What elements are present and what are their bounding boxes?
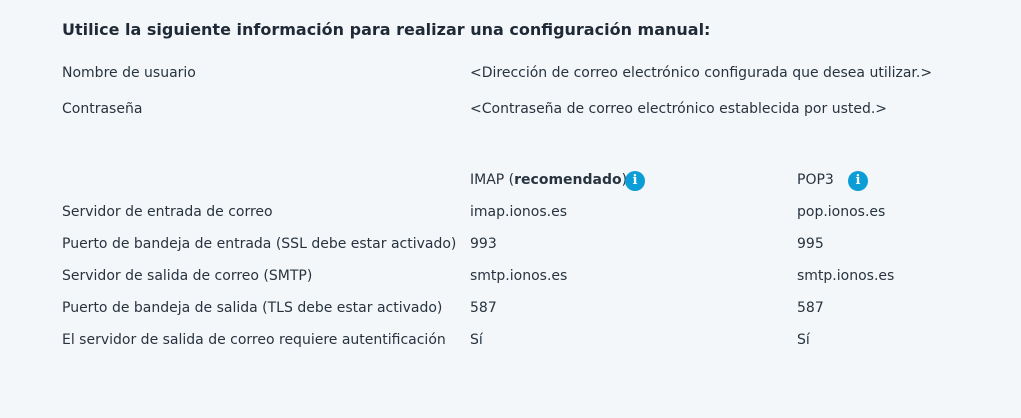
credential-value-username: <Dirección de correo electrónico configu…	[470, 65, 933, 81]
setting-imap-incoming-port: 993	[470, 236, 497, 252]
credential-value-password: <Contraseña de correo electrónico establ…	[470, 101, 888, 117]
pop3-column-header: POP3	[797, 172, 834, 188]
pop3-info-icon[interactable]: i	[848, 171, 868, 191]
setting-pop3-incoming-server: pop.ionos.es	[797, 204, 886, 220]
credential-label-password: Contraseña	[62, 101, 143, 117]
setting-label-incoming-server: Servidor de entrada de correo	[62, 204, 273, 220]
setting-label-outgoing-port: Puerto de bandeja de salida (TLS debe es…	[62, 300, 443, 316]
setting-pop3-incoming-port: 995	[797, 236, 824, 252]
imap-column-header: IMAP (recomendado)	[470, 171, 627, 189]
imap-header-name: IMAP (	[470, 172, 515, 188]
setting-imap-incoming-server: imap.ionos.es	[470, 204, 567, 220]
setting-pop3-outgoing-server: smtp.ionos.es	[797, 268, 895, 284]
imap-header-recommended: recomendado	[514, 172, 622, 188]
setting-imap-outgoing-port: 587	[470, 300, 497, 316]
imap-info-icon[interactable]: i	[625, 171, 645, 191]
setting-label-auth-required: El servidor de salida de correo requiere…	[62, 332, 446, 348]
setting-pop3-auth-required: Sí	[797, 332, 810, 348]
credential-label-username: Nombre de usuario	[62, 65, 196, 81]
setting-pop3-outgoing-port: 587	[797, 300, 824, 316]
setting-label-outgoing-server: Servidor de salida de correo (SMTP)	[62, 268, 313, 284]
setting-label-incoming-port: Puerto de bandeja de entrada (SSL debe e…	[62, 236, 457, 252]
setting-imap-outgoing-server: smtp.ionos.es	[470, 268, 568, 284]
setting-imap-auth-required: Sí	[470, 332, 483, 348]
page-title: Utilice la siguiente información para re…	[62, 20, 711, 39]
